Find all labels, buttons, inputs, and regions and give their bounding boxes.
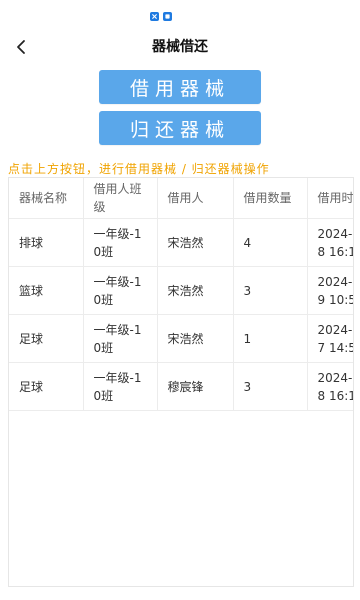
header-equipment-name: 器械名称 (9, 178, 84, 219)
cell-equipment-name: 排球 (9, 218, 84, 267)
cell-borrower: 穆宸锋 (157, 362, 234, 411)
table-row[interactable]: 足球 一年级-10班 宋浩然 1 2024- 7 14:5 (9, 314, 353, 363)
table-row[interactable]: 足球 一年级-10班 穆宸锋 3 2024- 8 16:1 (9, 362, 353, 411)
cell-equipment-name: 足球 (9, 362, 84, 411)
cell-borrower-class: 一年级-10班 (83, 362, 158, 411)
table-row[interactable]: 排球 一年级-10班 宋浩然 4 2024- 8 16:1 (9, 218, 353, 267)
return-equipment-button[interactable]: 归还器械 (99, 111, 261, 145)
cell-borrower: 宋浩然 (157, 314, 234, 363)
records-table: 器械名称 借用人班级 借用人 借用数量 借用时 排球 一年级-10班 宋浩然 4… (9, 178, 353, 411)
borrow-equipment-button[interactable]: 借用器械 (99, 70, 261, 104)
cell-borrower: 宋浩然 (157, 218, 234, 267)
cell-borrow-time: 2024- 9 10:5 (307, 266, 353, 315)
header-quantity: 借用数量 (233, 178, 308, 219)
cell-quantity: 3 (233, 362, 308, 411)
cell-quantity: 4 (233, 218, 308, 267)
table-header-row: 器械名称 借用人班级 借用人 借用数量 借用时 (9, 178, 353, 219)
cell-borrow-time: 2024- 8 16:1 (307, 218, 353, 267)
cell-equipment-name: 足球 (9, 314, 84, 363)
cell-borrower-class: 一年级-10班 (83, 314, 158, 363)
borrow-records-table[interactable]: 器械名称 借用人班级 借用人 借用数量 借用时 排球 一年级-10班 宋浩然 4… (8, 177, 354, 587)
status-icons (150, 12, 172, 21)
notification-icon (150, 12, 159, 21)
cell-borrow-time: 2024- 7 14:5 (307, 314, 353, 363)
table-row[interactable]: 篮球 一年级-10班 宋浩然 3 2024- 9 10:5 (9, 266, 353, 315)
header-borrow-time: 借用时 (307, 178, 353, 219)
header-borrower-class: 借用人班级 (83, 178, 158, 219)
nav-bar: 器械借还 (0, 30, 360, 64)
cell-equipment-name: 篮球 (9, 266, 84, 315)
cell-borrower-class: 一年级-10班 (83, 218, 158, 267)
cell-borrower: 宋浩然 (157, 266, 234, 315)
page-title: 器械借还 (152, 39, 208, 55)
header-borrower: 借用人 (157, 178, 234, 219)
message-icon (163, 12, 172, 21)
status-bar (0, 0, 360, 28)
instruction-hint: 点击上方按钮，进行借用器械 / 归还器械操作 (8, 162, 270, 176)
cell-borrower-class: 一年级-10班 (83, 266, 158, 315)
cell-quantity: 3 (233, 266, 308, 315)
cell-quantity: 1 (233, 314, 308, 363)
cell-borrow-time: 2024- 8 16:1 (307, 362, 353, 411)
